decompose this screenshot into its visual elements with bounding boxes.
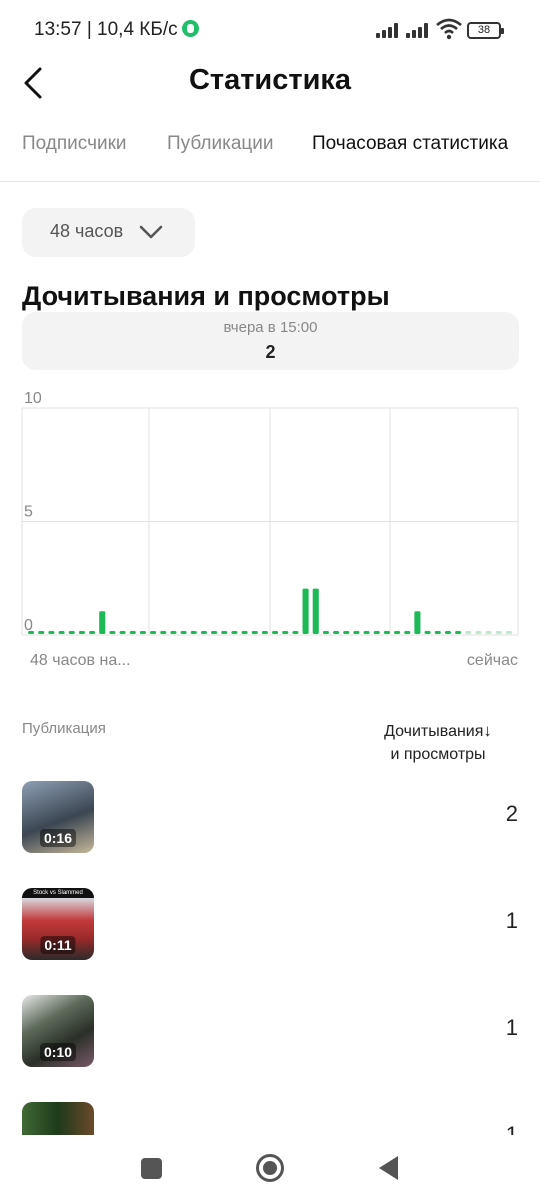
chart-bar bbox=[282, 631, 289, 634]
chart-bar bbox=[505, 631, 512, 634]
table-row[interactable]: 0:16 2 bbox=[0, 781, 540, 855]
tab-hourly-stats[interactable]: Почасовая статистика bbox=[312, 133, 508, 155]
video-duration: 0:11 bbox=[40, 936, 76, 954]
chart-bar bbox=[150, 631, 157, 634]
x-end-label: сейчас bbox=[467, 652, 518, 669]
data-saver-icon bbox=[181, 20, 199, 37]
chart-bar bbox=[180, 631, 187, 634]
chevron-down-icon bbox=[139, 225, 163, 239]
chart-bar bbox=[38, 631, 45, 634]
column-header-line2: и просмотры bbox=[390, 746, 486, 763]
status-time: 13:57 | 10,4 КБ/с bbox=[34, 19, 199, 41]
system-nav-bar bbox=[0, 1135, 540, 1200]
chart-bar bbox=[231, 631, 238, 634]
chart-bar bbox=[89, 631, 96, 634]
chart-bar bbox=[343, 631, 350, 634]
chart-bar bbox=[251, 631, 258, 634]
chart-bar bbox=[241, 631, 248, 634]
signal-icon bbox=[376, 22, 402, 38]
section-title: Дочитывания и просмотры bbox=[22, 281, 390, 311]
chart-bar bbox=[68, 631, 75, 634]
chart-bar bbox=[119, 631, 126, 634]
chart-bar bbox=[322, 631, 329, 634]
chart-bar bbox=[99, 611, 106, 634]
video-thumbnail[interactable]: 0:10 bbox=[22, 995, 94, 1067]
video-duration: 0:10 bbox=[39, 1043, 77, 1061]
y-tick-label: 10 bbox=[24, 390, 42, 407]
recents-button[interactable] bbox=[141, 1158, 162, 1179]
tooltip-time: вчера в 15:00 bbox=[223, 319, 318, 336]
hourly-bar-chart[interactable]: 105048 часов на... сейчас bbox=[0, 380, 540, 680]
chart-bar bbox=[221, 631, 228, 634]
row-value: 2 bbox=[505, 801, 518, 826]
chart-bar bbox=[302, 588, 309, 634]
chart-bar bbox=[139, 631, 146, 634]
chart-bar bbox=[424, 631, 431, 634]
chart-bar bbox=[58, 631, 65, 634]
chart-bar bbox=[333, 631, 340, 634]
chart-bar bbox=[404, 631, 411, 634]
chart-bar bbox=[211, 631, 218, 634]
tab-bar: Подписчики Публикации Почасовая статисти… bbox=[0, 130, 540, 182]
system-back-button[interactable] bbox=[379, 1156, 398, 1180]
chart-bar bbox=[312, 588, 319, 634]
y-tick-label: 5 bbox=[24, 504, 33, 521]
row-value: 1 bbox=[505, 1015, 518, 1040]
video-thumbnail[interactable]: 0:16 bbox=[22, 781, 94, 853]
chart-bar bbox=[28, 631, 35, 634]
chart-bar bbox=[414, 611, 421, 634]
page-title: Статистика bbox=[188, 64, 352, 96]
column-header-publication: Публикация bbox=[22, 720, 106, 737]
table-row[interactable]: 0:10 1 bbox=[0, 995, 540, 1069]
tab-subscribers[interactable]: Подписчики bbox=[22, 133, 127, 155]
sort-arrow-icon: ↓ bbox=[483, 721, 492, 740]
status-time-text: 13:57 | 10,4 КБ/с bbox=[34, 19, 178, 40]
chart-bar bbox=[485, 631, 492, 634]
chart-bar bbox=[78, 631, 85, 634]
chart-bar bbox=[48, 631, 55, 634]
video-duration: 0:16 bbox=[39, 829, 77, 847]
chart-bar bbox=[261, 631, 268, 634]
chart-bar bbox=[394, 631, 401, 634]
battery-level: 38 bbox=[477, 24, 491, 36]
chart-bar bbox=[383, 631, 390, 634]
chart-bar bbox=[373, 631, 380, 634]
thumbnail-caption: Stock vs Slammed bbox=[22, 888, 94, 898]
video-thumbnail[interactable]: Stock vs Slammed 0:11 bbox=[22, 888, 94, 960]
chart-bar bbox=[190, 631, 197, 634]
chart-bar bbox=[455, 631, 462, 634]
tooltip-value: 2 bbox=[265, 342, 276, 362]
chart-bar bbox=[200, 631, 207, 634]
status-bar: 13:57 | 10,4 КБ/с 38 bbox=[0, 0, 540, 60]
column-header-line1: Дочитывания bbox=[384, 723, 484, 740]
chart-bar bbox=[170, 631, 177, 634]
chart-bar bbox=[109, 631, 116, 634]
chart-bar bbox=[129, 631, 136, 634]
tab-publications[interactable]: Публикации bbox=[167, 133, 274, 155]
wifi-icon bbox=[436, 18, 462, 40]
chart-bar bbox=[292, 631, 299, 634]
chart-bar bbox=[495, 631, 502, 634]
x-start-label: 48 часов на... bbox=[30, 652, 131, 669]
chart-bar bbox=[353, 631, 360, 634]
table-row[interactable]: Stock vs Slammed 0:11 1 bbox=[0, 888, 540, 962]
signal-icon-2 bbox=[406, 22, 432, 38]
chart-bar bbox=[160, 631, 167, 634]
period-label: 48 часов bbox=[50, 221, 124, 241]
chart-bar bbox=[475, 631, 482, 634]
home-button[interactable] bbox=[256, 1154, 284, 1182]
battery-icon: 38 bbox=[467, 22, 504, 39]
period-dropdown[interactable]: 48 часов bbox=[22, 208, 195, 257]
row-value: 1 bbox=[505, 908, 518, 933]
chart-bar bbox=[434, 631, 441, 634]
chart-bar bbox=[465, 631, 472, 634]
chart-bar bbox=[272, 631, 279, 634]
chart-bar bbox=[444, 631, 451, 634]
chart-bar bbox=[363, 631, 370, 634]
chart-tooltip: вчера в 15:00 2 bbox=[22, 312, 519, 370]
column-header-reads-views[interactable]: Дочитывания↓ и просмотры bbox=[358, 719, 518, 766]
